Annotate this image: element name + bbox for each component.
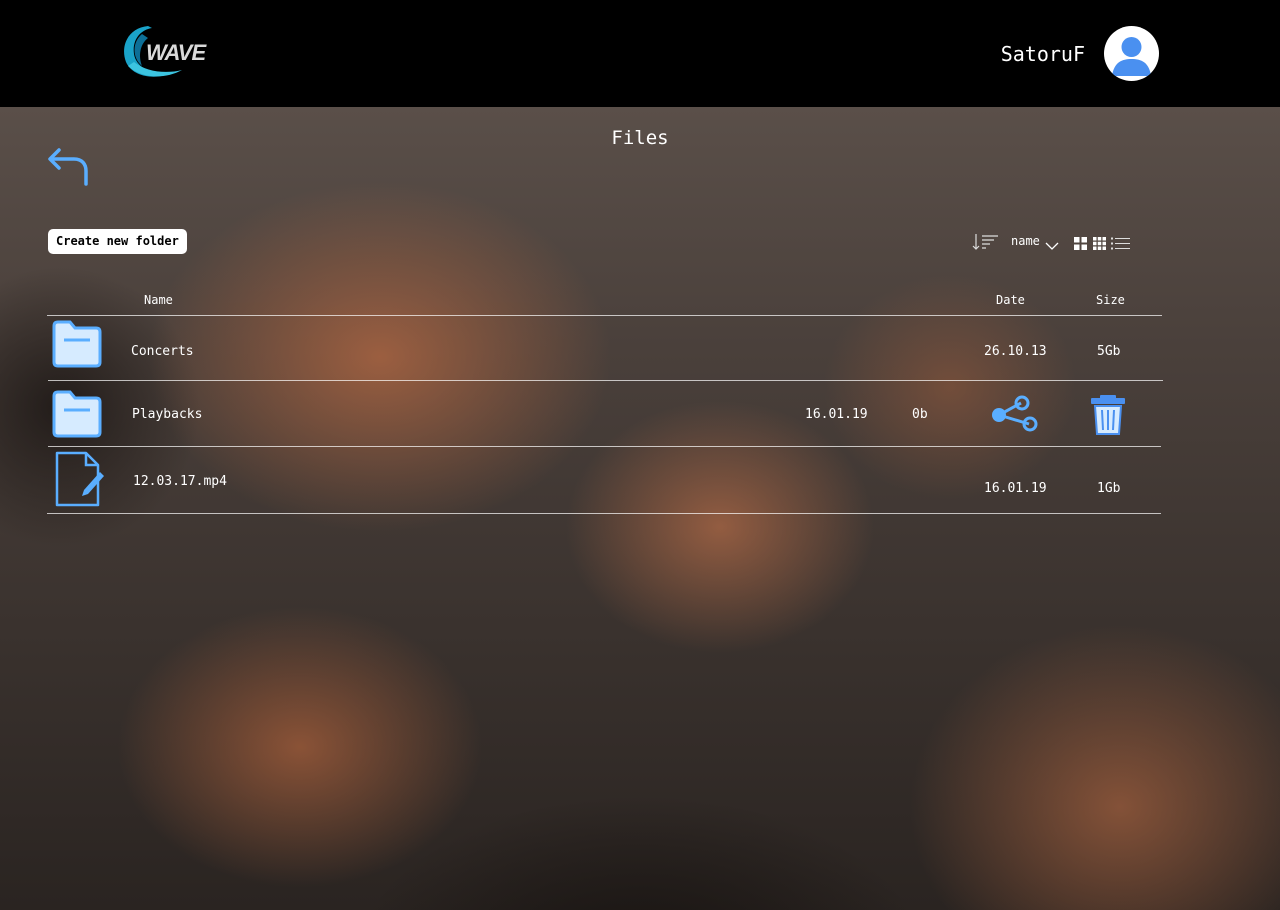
background-image: [0, 107, 1280, 910]
user-avatar-icon[interactable]: [1104, 26, 1159, 81]
file-name: Playbacks: [132, 407, 203, 422]
list-view-icon[interactable]: [1111, 235, 1130, 250]
grid-small-icon[interactable]: [1093, 235, 1106, 250]
chevron-down-icon[interactable]: [1045, 236, 1059, 250]
divider: [47, 315, 1162, 316]
top-bar: WAVE SatoruF: [0, 0, 1280, 107]
grid-large-icon[interactable]: [1074, 235, 1087, 250]
share-icon[interactable]: [989, 395, 1041, 433]
sort-field-label[interactable]: name: [1011, 234, 1040, 248]
create-new-folder-button[interactable]: Create new folder: [48, 229, 187, 254]
file-name: 12.03.17.mp4: [133, 474, 227, 489]
file-size: 0b: [912, 407, 928, 422]
file-date: 16.01.19: [805, 407, 868, 422]
column-header-size[interactable]: Size: [1096, 293, 1125, 307]
page-title: Files: [611, 127, 669, 149]
back-arrow-icon[interactable]: [46, 146, 92, 188]
file-edit-icon: [54, 450, 104, 510]
divider: [48, 446, 1161, 447]
wave-logo[interactable]: WAVE: [118, 20, 208, 82]
logo-text: WAVE: [146, 40, 206, 65]
folder-icon: [52, 320, 102, 368]
trash-icon[interactable]: [1089, 394, 1127, 436]
file-size: 5Gb: [1097, 344, 1121, 359]
divider: [48, 380, 1163, 381]
sort-icon[interactable]: [972, 233, 1000, 251]
column-header-name[interactable]: Name: [144, 293, 173, 307]
file-size: 1Gb: [1097, 481, 1121, 496]
file-date: 26.10.13: [984, 344, 1047, 359]
column-header-date[interactable]: Date: [996, 293, 1025, 307]
file-date: 16.01.19: [984, 481, 1047, 496]
folder-icon: [52, 390, 102, 438]
divider: [47, 513, 1161, 514]
file-name: Concerts: [131, 344, 194, 359]
username[interactable]: SatoruF: [1001, 42, 1085, 66]
